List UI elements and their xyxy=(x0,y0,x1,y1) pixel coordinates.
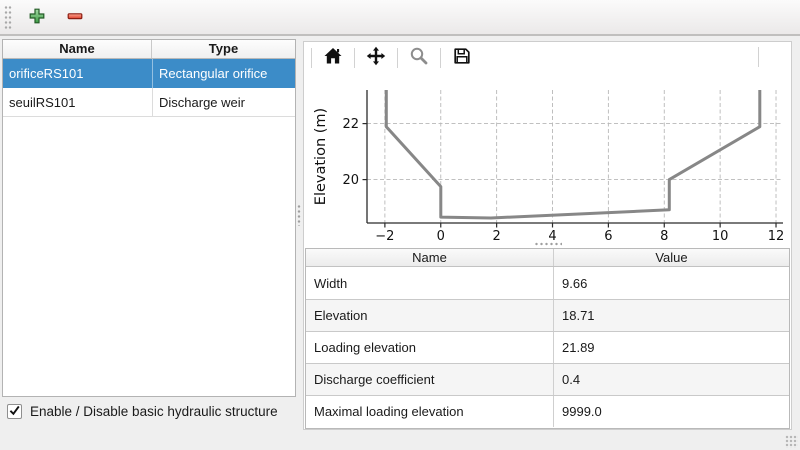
column-header-value: Value xyxy=(554,249,789,266)
property-row-loading-elevation[interactable]: Loading elevation 21.89 xyxy=(306,331,789,363)
property-row-width[interactable]: Width 9.66 xyxy=(306,267,789,299)
properties-table-body: Width 9.66 Elevation 18.71 Loading eleva… xyxy=(306,267,789,427)
svg-text:20: 20 xyxy=(342,173,359,188)
remove-icon xyxy=(66,7,84,28)
add-icon xyxy=(28,7,46,28)
property-value[interactable]: 18.71 xyxy=(554,300,789,331)
svg-text:6: 6 xyxy=(604,229,612,244)
property-value[interactable]: 9.66 xyxy=(554,267,789,299)
svg-text:10: 10 xyxy=(712,229,729,244)
properties-table-header: Name Value xyxy=(306,249,789,267)
property-name: Width xyxy=(306,267,554,299)
cross-section-chart-svg: −20246810122022Elevation (m) xyxy=(305,73,790,245)
svg-text:22: 22 xyxy=(342,117,359,132)
svg-text:−2: −2 xyxy=(375,229,394,244)
cross-section-chart[interactable]: −20246810122022Elevation (m) xyxy=(305,73,790,245)
svg-text:Elevation (m): Elevation (m) xyxy=(313,108,329,205)
column-header-name: Name xyxy=(3,40,152,58)
property-value[interactable]: 0.4 xyxy=(554,364,789,395)
toolbar-separator xyxy=(758,47,759,67)
structure-name: orificeRS101 xyxy=(3,59,152,88)
plot-navigation-toolbar xyxy=(304,42,791,73)
add-structure-button[interactable] xyxy=(24,4,50,30)
zoom-rect-button[interactable] xyxy=(407,46,431,70)
table-row-weir[interactable]: seuilRS101 Discharge weir xyxy=(3,88,295,117)
main-toolbar xyxy=(0,0,800,36)
save-icon xyxy=(452,46,472,69)
window-resize-grip[interactable] xyxy=(785,435,798,448)
property-name: Maximal loading elevation xyxy=(306,396,554,427)
checkmark-icon xyxy=(8,404,21,420)
table-row-orifice[interactable]: orificeRS101 Rectangular orifice xyxy=(3,59,295,88)
toolbar-separator xyxy=(311,48,312,68)
svg-text:8: 8 xyxy=(660,229,668,244)
toolbar-separator xyxy=(440,48,441,68)
toolbar-separator xyxy=(397,48,398,68)
property-value[interactable]: 21.89 xyxy=(554,332,789,363)
svg-text:12: 12 xyxy=(768,229,785,244)
structure-detail-panel: −20246810122022Elevation (m) Name Value … xyxy=(303,41,792,430)
property-name: Discharge coefficient xyxy=(306,364,554,395)
property-name: Elevation xyxy=(306,300,554,331)
structure-type: Discharge weir xyxy=(152,88,295,116)
chart-table-splitter[interactable] xyxy=(534,242,562,246)
structure-type: Rectangular orifice xyxy=(152,59,295,88)
enable-structure-checkbox[interactable] xyxy=(7,404,22,419)
home-icon xyxy=(323,46,343,69)
property-row-discharge-coefficient[interactable]: Discharge coefficient 0.4 xyxy=(306,363,789,395)
structure-name: seuilRS101 xyxy=(3,88,152,116)
zoom-icon xyxy=(409,46,429,69)
enable-structure-label: Enable / Disable basic hydraulic structu… xyxy=(30,404,278,419)
svg-text:2: 2 xyxy=(492,229,500,244)
save-figure-button[interactable] xyxy=(450,46,474,70)
remove-structure-button[interactable] xyxy=(62,4,88,30)
pan-button[interactable] xyxy=(364,46,388,70)
properties-table: Name Value Width 9.66 Elevation 18.71 Lo… xyxy=(305,248,790,429)
column-header-type: Type xyxy=(152,40,295,58)
property-row-maximal-loading-elevation[interactable]: Maximal loading elevation 9999.0 xyxy=(306,395,789,427)
structures-table-header: Name Type xyxy=(3,40,295,59)
panel-splitter[interactable] xyxy=(297,204,301,226)
structures-table: Name Type orificeRS101 Rectangular orifi… xyxy=(2,39,296,397)
pan-icon xyxy=(366,46,386,69)
property-row-elevation[interactable]: Elevation 18.71 xyxy=(306,299,789,331)
enable-structure-checkbox-row[interactable]: Enable / Disable basic hydraulic structu… xyxy=(7,404,278,419)
home-view-button[interactable] xyxy=(321,46,345,70)
column-header-name: Name xyxy=(306,249,554,266)
svg-text:0: 0 xyxy=(437,229,445,244)
property-value[interactable]: 9999.0 xyxy=(554,396,789,427)
toolbar-drag-handle[interactable] xyxy=(4,5,12,29)
toolbar-separator xyxy=(354,48,355,68)
property-name: Loading elevation xyxy=(306,332,554,363)
